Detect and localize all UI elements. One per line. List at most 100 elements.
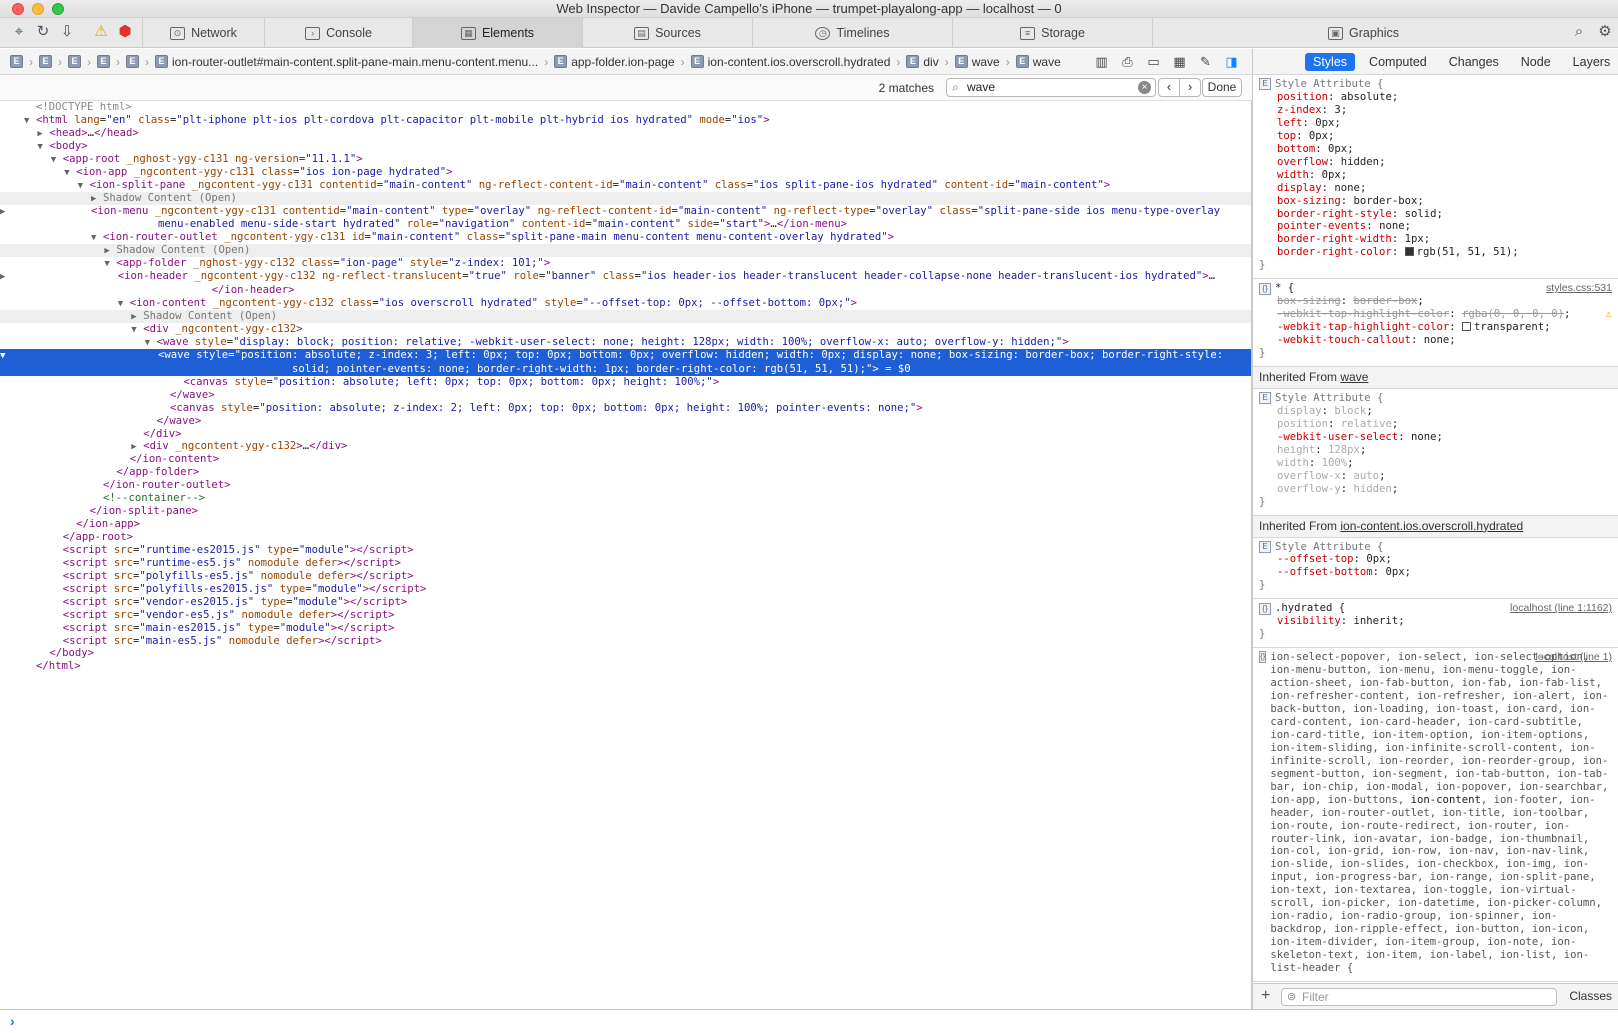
rule-source-link[interactable]: styles.css:531 [1546, 282, 1612, 295]
css-property[interactable]: -webkit-tap-highlight-color: rgba(0, 0, … [1259, 308, 1612, 321]
dom-node[interactable]: <script src="vendor-es5.js" nomodule def… [0, 609, 1251, 622]
previous-match-button[interactable]: ‹ [1158, 78, 1180, 97]
style-rule[interactable]: E Style Attribute {--offset-top: 0px; --of… [1253, 538, 1618, 600]
shadow-content-node[interactable]: ▶ Shadow Content (Open) [0, 244, 1251, 258]
dom-node[interactable]: ▼ <ion-router-outlet _ngcontent-ygy-c131 … [0, 231, 1251, 244]
rule-source-link[interactable]: localhost (line 1:1162) [1510, 602, 1612, 615]
toggle-sidebar-icon[interactable]: ◨ [1223, 53, 1240, 70]
css-property[interactable]: height: 128px; [1259, 444, 1612, 457]
css-property[interactable]: box-sizing: border-box; [1259, 295, 1612, 308]
style-rule[interactable]: E Style Attribute {display: block; positio… [1253, 389, 1618, 516]
download-icon[interactable]: ⇩ [58, 23, 76, 41]
breadcrumb-item[interactable]: Eion-router-outlet#main-content.split-pa… [155, 55, 538, 69]
dom-node[interactable]: </html> [0, 660, 1251, 673]
css-property[interactable]: border-right-style: solid; [1259, 208, 1612, 221]
css-property[interactable]: --offset-bottom: 0px; [1259, 566, 1612, 579]
maximize-window-button[interactable] [52, 3, 64, 15]
breadcrumb-item[interactable]: E [68, 55, 81, 68]
dom-node[interactable]: </ion-split-pane> [0, 505, 1251, 518]
dom-node[interactable]: <!DOCTYPE html> [0, 101, 1251, 114]
dom-node[interactable]: </div> [0, 428, 1251, 441]
dom-node[interactable]: <canvas style="position: absolute; z-ind… [0, 402, 1251, 415]
layout-icon[interactable]: ▥ [1093, 53, 1110, 70]
crosshair-icon[interactable]: ⌖ [10, 23, 28, 41]
classes-toggle[interactable]: Classes [1569, 989, 1612, 1003]
disclosure-icon[interactable]: ▼ [0, 350, 158, 363]
dom-node[interactable]: ▼ <ion-split-pane _ngcontent-ygy-c131 con… [0, 179, 1251, 192]
breadcrumb-item[interactable]: Ediv [906, 55, 939, 69]
dom-node[interactable]: ▶ <div _ngcontent-ygy-c132>…</div> [0, 440, 1251, 453]
disclosure-icon[interactable]: ▶ [0, 206, 91, 219]
dom-node[interactable]: ▶ <ion-menu _ngcontent-ygy-c131 contentid… [0, 205, 1251, 232]
dom-node[interactable]: ▶ <head>…</head> [0, 127, 1251, 140]
dom-node[interactable]: ▼ <body> [0, 140, 1251, 153]
css-property[interactable]: -webkit-user-select: none; [1259, 431, 1612, 444]
tab-layers[interactable]: Layers [1565, 53, 1618, 71]
breadcrumb-item[interactable]: E [39, 55, 52, 68]
css-property[interactable]: z-index: 3; [1259, 104, 1612, 117]
dom-search-input[interactable]: ⌕ wave × [946, 78, 1156, 97]
css-property[interactable]: width: 0px; [1259, 169, 1612, 182]
gear-icon[interactable]: ⚙ [1596, 23, 1614, 41]
dom-node[interactable]: </ion-content> [0, 453, 1251, 466]
breadcrumb-item[interactable]: E [10, 55, 23, 68]
dom-node[interactable]: </body> [0, 647, 1251, 660]
dom-node[interactable]: ▼ <div _ngcontent-ygy-c132> [0, 323, 1251, 336]
dom-node[interactable]: </wave> [0, 389, 1251, 402]
css-property[interactable]: border-right-width: 1px; [1259, 233, 1612, 246]
dom-node[interactable]: ▼ <wave style="display: block; position: … [0, 336, 1251, 349]
tab-sources[interactable]: ▤ Sources [582, 18, 752, 48]
breadcrumb-item[interactable]: E [126, 55, 139, 68]
style-rule[interactable]: E Style Attribute {position: absolute; z-i… [1253, 75, 1618, 280]
reload-icon[interactable]: ↻ [34, 23, 52, 41]
tab-storage[interactable]: ≡ Storage [952, 18, 1152, 48]
css-property[interactable]: display: block; [1259, 405, 1612, 418]
css-property[interactable]: bottom: 0px; [1259, 143, 1612, 156]
dom-node[interactable]: <script src="vendor-es2015.js" type="mod… [0, 596, 1251, 609]
color-swatch-icon[interactable] [1461, 322, 1471, 332]
breadcrumb-item[interactable]: Eapp-folder.ion-page [554, 55, 675, 69]
css-property[interactable]: visibility: inherit; [1259, 615, 1612, 628]
tab-console[interactable]: › Console [264, 18, 412, 48]
tab-graphics[interactable]: ▣ Graphics [1152, 18, 1574, 48]
rule-source-link[interactable]: localhost (line 1) [1536, 651, 1612, 664]
styles-filter-input[interactable]: ⊜ Filter [1281, 988, 1557, 1006]
dom-node[interactable]: </ion-router-outlet> [0, 479, 1251, 492]
dom-node[interactable]: ▼ <ion-app _ngcontent-ygy-c131 class="ios… [0, 166, 1251, 179]
error-icon[interactable]: ⬢ [116, 23, 134, 41]
tab-styles[interactable]: Styles [1305, 52, 1356, 71]
color-swatch-icon[interactable] [1404, 247, 1414, 257]
css-property[interactable]: position: absolute; [1259, 91, 1612, 104]
next-match-button[interactable]: › [1179, 78, 1201, 97]
dom-node[interactable]: <script src="polyfills-es2015.js" type="… [0, 583, 1251, 596]
css-property[interactable]: top: 0px; [1259, 130, 1612, 143]
dom-node[interactable]: ▼ <html lang="en" class="plt-iphone plt-i… [0, 114, 1251, 127]
style-rule[interactable]: {} * {styles.css:531 box-sizing: border-bo… [1253, 279, 1618, 368]
css-property[interactable]: display: none; [1259, 182, 1612, 195]
console-prompt-bar[interactable]: › [0, 1009, 1618, 1033]
css-property[interactable]: overflow-x: auto; [1259, 470, 1612, 483]
css-property[interactable]: width: 100%; [1259, 457, 1612, 470]
find-done-button[interactable]: Done [1202, 78, 1242, 97]
dom-node[interactable]: ▼ <ion-content _ngcontent-ygy-c132 class=… [0, 297, 1251, 310]
dom-node[interactable]: ▼ <app-folder _nghost-ygy-c132 class="ion… [0, 257, 1251, 270]
grid-icon[interactable]: ▦ [1171, 53, 1188, 70]
dom-node[interactable]: </wave> [0, 415, 1251, 428]
dom-node[interactable]: <script src="runtime-es2015.js" type="mo… [0, 544, 1251, 557]
selected-dom-node[interactable]: ▼ <wave style="position: absolute; z-inde… [0, 348, 1251, 376]
breadcrumb-item[interactable]: E [97, 55, 110, 68]
dom-node[interactable]: <script src="polyfills-es5.js" nomodule … [0, 570, 1251, 583]
dom-node[interactable]: <script src="main-es5.js" nomodule defer… [0, 635, 1251, 648]
add-rule-icon[interactable]: + [1261, 987, 1270, 1005]
breadcrumb-item[interactable]: Ewave [1015, 55, 1061, 69]
css-property[interactable]: overflow: hidden; [1259, 156, 1612, 169]
css-property[interactable]: -webkit-tap-highlight-color: transparent… [1259, 321, 1612, 334]
dom-node[interactable]: </app-folder> [0, 466, 1251, 479]
hide-element-icon[interactable]: ▭ [1145, 53, 1162, 70]
shadow-content-node[interactable]: ▶ Shadow Content (Open) [0, 191, 1251, 205]
dom-node[interactable]: <script src="main-es2015.js" type="modul… [0, 622, 1251, 635]
css-property[interactable]: border-right-color: rgb(51, 51, 51); [1259, 246, 1612, 259]
clear-search-icon[interactable]: × [1138, 81, 1151, 94]
tab-timelines[interactable]: ◷ Timelines [752, 18, 952, 48]
css-property[interactable]: --offset-top: 0px; [1259, 553, 1612, 566]
